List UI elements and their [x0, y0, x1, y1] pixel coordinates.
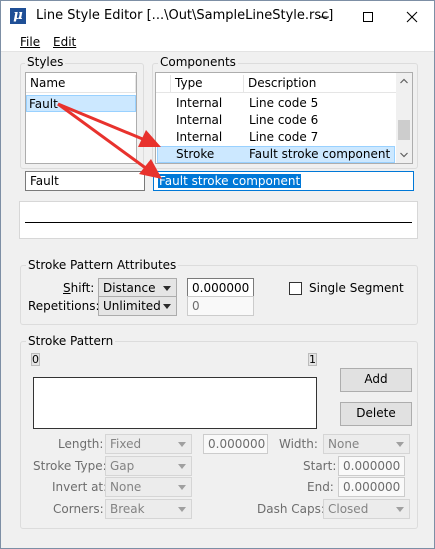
- shift-label-rest: hift:: [70, 281, 95, 295]
- menu-edit[interactable]: Edit: [53, 35, 76, 49]
- styles-list[interactable]: Name Fault: [25, 72, 137, 164]
- menu-edit-label: Edit: [53, 35, 77, 49]
- start-label: Start:: [303, 459, 337, 473]
- menu-file[interactable]: File: [20, 35, 40, 49]
- chevron-down-icon: [178, 485, 186, 490]
- app-icon: μ: [10, 8, 26, 24]
- width-dropdown-value: None: [328, 437, 360, 451]
- chevron-down-icon: [396, 507, 404, 512]
- component-description-field[interactable]: Fault stroke component: [153, 171, 414, 191]
- column-header-name[interactable]: Name: [26, 75, 136, 92]
- scroll-down-icon[interactable]: [400, 152, 408, 158]
- style-item-fault[interactable]: Fault: [26, 95, 136, 112]
- column-header-type[interactable]: Type: [170, 75, 244, 92]
- components-scrollbar[interactable]: [396, 73, 412, 163]
- styles-group-label: Styles: [25, 55, 66, 69]
- repetitions-value-field[interactable]: 0: [187, 296, 254, 316]
- repetitions-label: Repetitions:: [28, 299, 100, 313]
- stroke-pattern-canvas[interactable]: [33, 377, 317, 429]
- single-segment-label: Single Segment: [309, 281, 404, 295]
- length-dropdown-value: Fixed: [110, 437, 142, 451]
- width-label: Width:: [279, 437, 318, 451]
- component-row[interactable]: Internal Line code 5: [156, 95, 396, 112]
- shift-dropdown-value: Distance: [103, 281, 156, 295]
- length-dropdown[interactable]: Fixed: [105, 434, 192, 454]
- menu-file-label: File: [20, 35, 41, 49]
- delete-button[interactable]: Delete: [340, 402, 412, 426]
- styles-list-header: Name: [26, 73, 136, 93]
- dash-caps-dropdown[interactable]: Closed: [323, 499, 410, 519]
- maximize-icon: [363, 11, 373, 22]
- component-row[interactable]: Internal Line code 7: [156, 129, 396, 146]
- chevron-down-icon: [178, 507, 186, 512]
- single-segment-checkbox[interactable]: [289, 282, 302, 295]
- minimize-icon: [319, 16, 329, 17]
- shift-label: Shift:: [63, 281, 95, 295]
- start-value-field[interactable]: 0.000000: [338, 456, 405, 476]
- component-description: Fault stroke component: [249, 147, 391, 161]
- components-group-label: Components: [158, 55, 238, 69]
- end-label: End:: [307, 480, 334, 494]
- invert-at-label: Invert at:: [52, 480, 108, 494]
- invert-at-dropdown[interactable]: None: [105, 477, 192, 497]
- line-style-editor-window: μ Line Style Editor [...\Out\SampleLineS…: [0, 0, 435, 549]
- pattern-start-marker[interactable]: 0: [31, 353, 40, 366]
- component-type: Internal: [176, 130, 223, 144]
- component-type: Internal: [176, 96, 223, 110]
- minimize-button[interactable]: [302, 1, 346, 32]
- length-value-field[interactable]: 0.000000: [203, 434, 268, 454]
- end-value-field[interactable]: 0.000000: [338, 477, 405, 497]
- repetitions-dropdown-value: Unlimited: [103, 299, 161, 313]
- chevron-down-icon: [163, 286, 171, 291]
- component-description-text: Fault stroke component: [158, 174, 302, 188]
- components-list[interactable]: Type Description Internal Line code 5 In…: [155, 72, 413, 164]
- corners-dropdown-value: Break: [110, 502, 145, 516]
- maximize-button[interactable]: [346, 1, 390, 32]
- width-dropdown[interactable]: None: [323, 434, 410, 454]
- dash-caps-dropdown-value: Closed: [328, 502, 369, 516]
- close-button[interactable]: [390, 1, 434, 32]
- stroke-type-dropdown[interactable]: Gap: [105, 456, 192, 476]
- component-type: Stroke: [176, 147, 215, 161]
- invert-at-dropdown-value: None: [110, 480, 142, 494]
- repetitions-dropdown[interactable]: Unlimited: [98, 296, 177, 316]
- chevron-down-icon: [396, 442, 404, 447]
- stroke-type-label: Stroke Type:: [33, 459, 107, 473]
- component-description: Line code 5: [249, 96, 319, 110]
- stroke-pattern-label: Stroke Pattern: [26, 334, 116, 348]
- component-description: Line code 7: [249, 130, 319, 144]
- window-title: Line Style Editor [...\Out\SampleLineSty…: [36, 8, 334, 23]
- components-list-header: Type Description: [156, 73, 396, 93]
- component-row[interactable]: Internal Line code 6: [156, 112, 396, 129]
- corners-dropdown[interactable]: Break: [105, 499, 192, 519]
- close-icon: [406, 11, 418, 22]
- shift-dropdown[interactable]: Distance: [98, 278, 177, 298]
- chevron-down-icon: [163, 304, 171, 309]
- line-style-preview: [19, 201, 418, 239]
- length-label: Length:: [58, 437, 104, 451]
- menu-bar: File Edit: [1, 32, 434, 52]
- stroke-type-dropdown-value: Gap: [110, 459, 135, 473]
- component-description: Line code 6: [249, 113, 319, 127]
- shift-value-field[interactable]: 0.000000: [187, 278, 254, 298]
- scroll-up-icon[interactable]: [400, 78, 408, 84]
- component-row-selected[interactable]: Stroke Fault stroke component: [157, 146, 395, 163]
- dash-caps-label: Dash Caps:: [257, 502, 325, 516]
- scroll-thumb[interactable]: [398, 120, 410, 140]
- preview-line: [25, 222, 412, 223]
- add-button[interactable]: Add: [340, 368, 412, 392]
- component-type: Internal: [176, 113, 223, 127]
- corners-label: Corners:: [53, 502, 104, 516]
- pattern-end-marker[interactable]: 1: [308, 353, 317, 366]
- stroke-pattern-attributes-label: Stroke Pattern Attributes: [26, 258, 179, 272]
- style-name-field[interactable]: Fault: [25, 171, 145, 191]
- chevron-down-icon: [178, 442, 186, 447]
- title-bar[interactable]: μ Line Style Editor [...\Out\SampleLineS…: [1, 1, 434, 32]
- chevron-down-icon: [178, 464, 186, 469]
- column-header-description[interactable]: Description: [244, 75, 396, 92]
